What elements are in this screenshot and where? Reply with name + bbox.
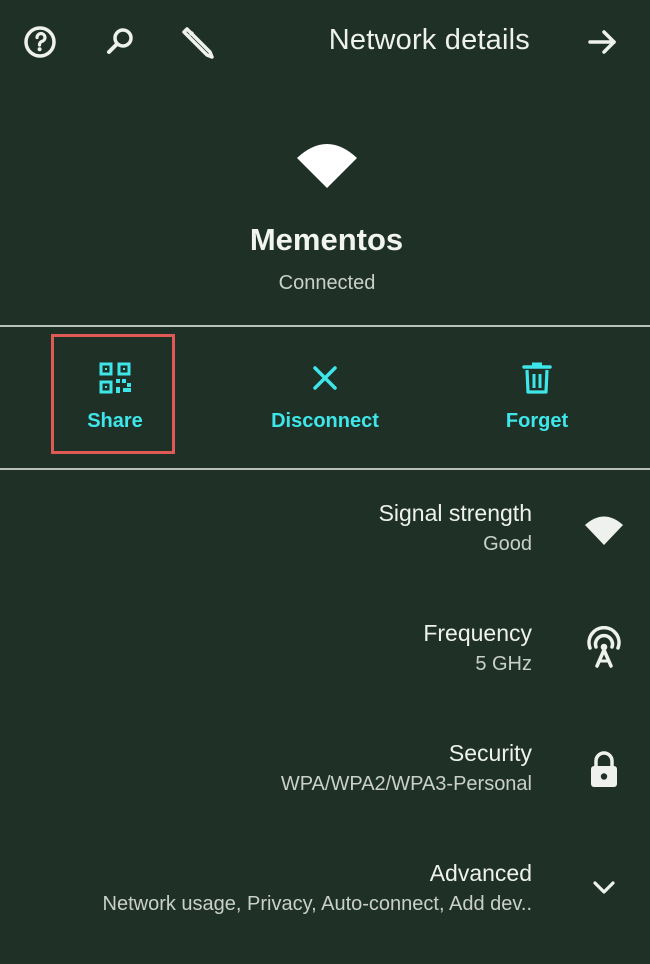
divider — [0, 325, 650, 327]
row-value: Network usage, Privacy, Auto-connect, Ad… — [102, 893, 532, 915]
edit-icon[interactable] — [178, 22, 218, 62]
chevron-down-icon[interactable] — [582, 866, 626, 910]
security-row: Security WPA/WPA2/WPA3-Personal — [0, 740, 650, 840]
row-value: Good — [483, 533, 532, 555]
network-name: Mementos — [249, 222, 404, 257]
lock-icon — [582, 748, 626, 792]
disconnect-button[interactable]: Disconnect — [250, 330, 400, 468]
forget-label: Forget — [505, 410, 569, 432]
close-icon — [307, 360, 343, 396]
row-title: Signal strength — [378, 500, 532, 526]
row-title: Advanced — [429, 860, 532, 886]
trash-icon — [519, 360, 555, 396]
help-icon[interactable] — [20, 22, 60, 62]
back-arrow-icon[interactable] — [583, 22, 623, 62]
app-bar: Network details — [0, 0, 650, 86]
signal-strength-row: Signal strength Good — [0, 500, 650, 600]
search-icon[interactable] — [100, 22, 140, 62]
advanced-row[interactable]: Advanced Network usage, Privacy, Auto-co… — [0, 860, 650, 960]
disconnect-label: Disconnect — [271, 410, 379, 432]
row-value: 5 GHz — [475, 653, 532, 675]
wifi-icon — [295, 138, 359, 192]
row-title: Frequency — [423, 620, 532, 646]
wifi-icon — [582, 508, 626, 552]
share-highlight-box — [51, 334, 175, 454]
row-title: Security — [448, 740, 532, 766]
page-title: Network details — [328, 24, 530, 56]
network-status: Connected — [278, 272, 376, 294]
antenna-icon — [582, 626, 626, 670]
forget-button[interactable]: Forget — [492, 330, 582, 468]
divider — [0, 468, 650, 470]
frequency-row: Frequency 5 GHz — [0, 620, 650, 720]
row-value: WPA/WPA2/WPA3-Personal — [280, 773, 532, 795]
